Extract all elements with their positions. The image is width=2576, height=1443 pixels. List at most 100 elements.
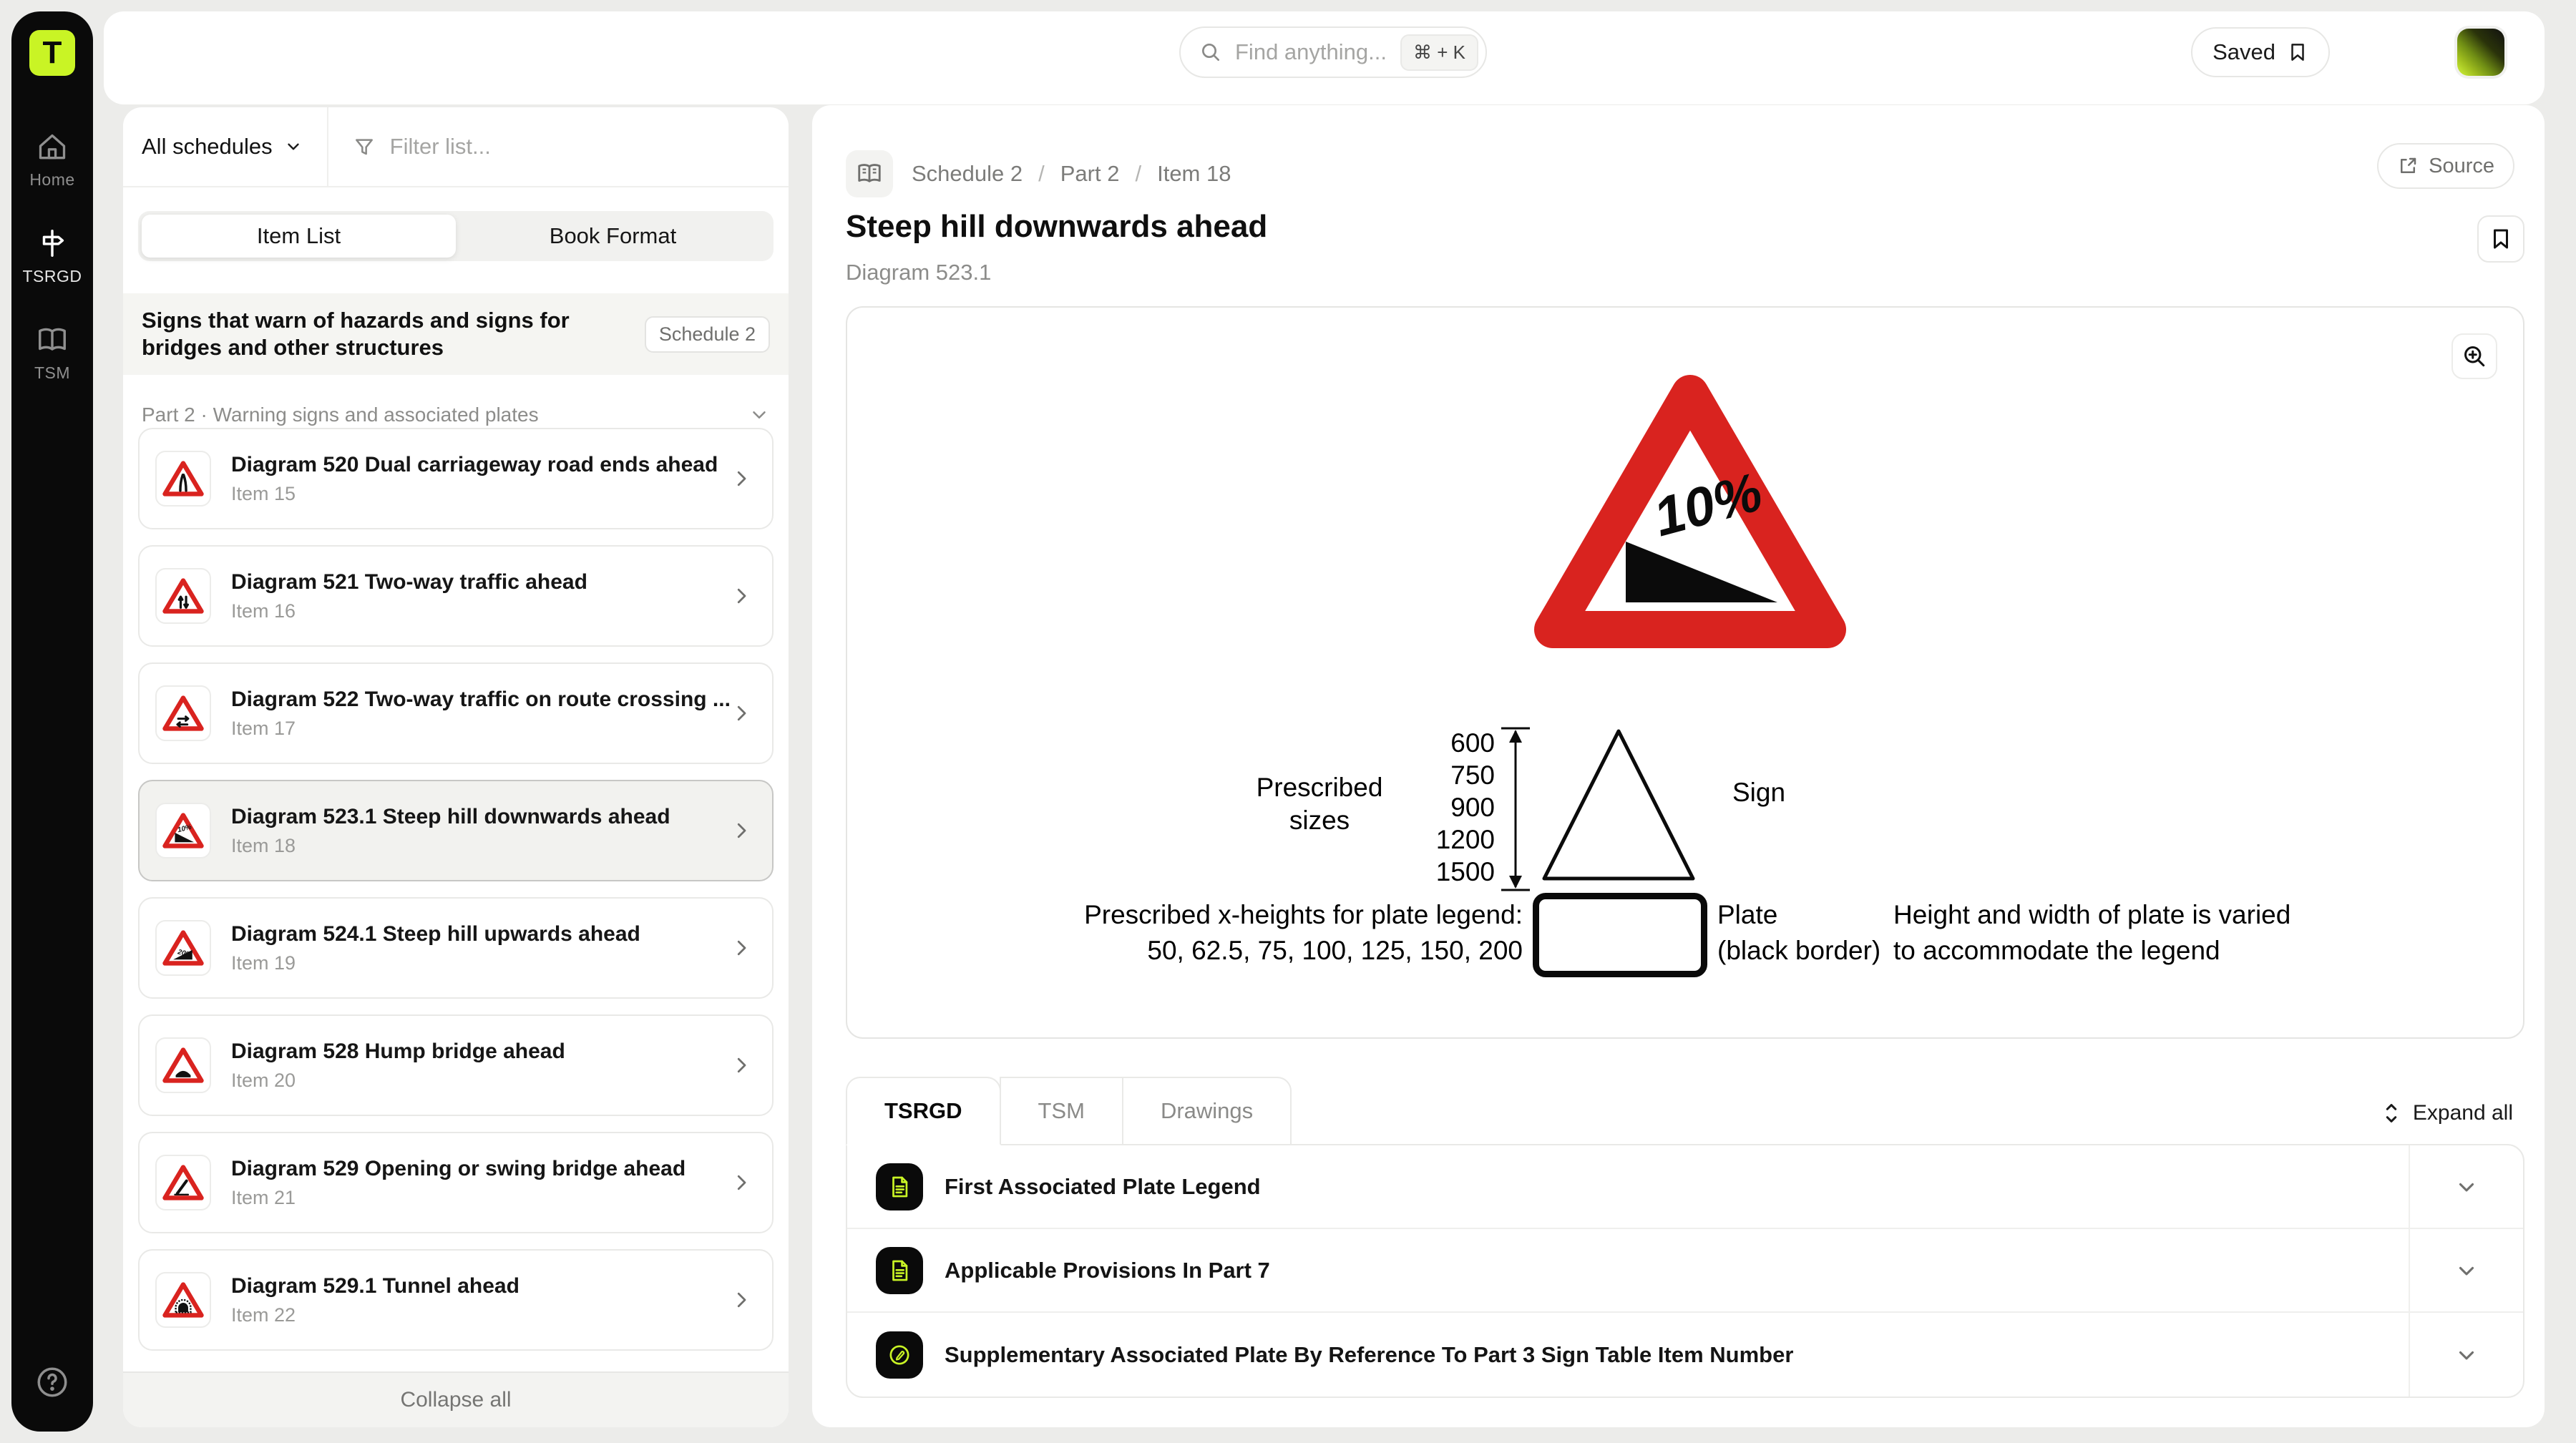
dimension-arrow — [1500, 725, 1531, 893]
accordion-expand-button[interactable] — [2409, 1313, 2523, 1396]
filter-list-input[interactable]: Filter list... — [328, 107, 789, 186]
warning-sign-opening-bridge-icon — [155, 1155, 211, 1210]
schedule-badge: Schedule 2 — [645, 316, 770, 353]
breadcrumb-schedule[interactable]: Schedule 2 — [912, 161, 1023, 187]
provisions-accordion: First Associated Plate Legend Applicable… — [846, 1144, 2524, 1398]
schedule-filter-dropdown[interactable]: All schedules — [123, 107, 327, 186]
chevron-right-icon — [731, 1055, 752, 1076]
chevron-right-icon — [731, 820, 752, 841]
list-item-subtitle: Item 22 — [231, 1304, 731, 1326]
app-sidebar: T Home TSRGD TSM — [11, 11, 93, 1432]
warning-sign-hump-bridge-icon — [155, 1037, 211, 1093]
xheights-annotation: Prescribed x-heights for plate legend: 5… — [1083, 897, 1523, 969]
list-item-title: Diagram 528 Hump bridge ahead — [231, 1040, 731, 1064]
prescribed-sizes-values: 600 750 900 1200 1500 — [1398, 727, 1495, 888]
sidebar-item-home[interactable]: Home — [11, 132, 93, 190]
schedule-section-header: Signs that warn of hazards and signs for… — [123, 293, 789, 375]
accordion-row-supplementary-plate[interactable]: Supplementary Associated Plate By Refere… — [847, 1313, 2409, 1396]
source-button[interactable]: Source — [2377, 143, 2514, 189]
search-shortcut-badge: ⌘ + K — [1400, 34, 1478, 71]
list-item-title: Diagram 523.1 Steep hill downwards ahead — [231, 805, 731, 829]
sidebar-item-tsrgd[interactable]: TSRGD — [11, 227, 93, 286]
expand-all-label: Expand all — [2413, 1101, 2513, 1125]
list-item-subtitle: Item 21 — [231, 1187, 731, 1209]
list-item-subtitle: Item 19 — [231, 952, 731, 974]
saved-button[interactable]: Saved — [2191, 27, 2330, 77]
plate-outline-rect — [1533, 893, 1707, 977]
accordion-row-first-associated-plate-legend[interactable]: First Associated Plate Legend — [847, 1145, 2409, 1228]
sidebar-item-label: TSRGD — [23, 267, 82, 286]
sidebar-item-label: Home — [29, 170, 74, 190]
list-item-title: Diagram 521 Two-way traffic ahead — [231, 570, 731, 595]
chevron-right-icon — [731, 937, 752, 959]
tab-item-list[interactable]: Item List — [142, 215, 456, 258]
external-link-icon — [2397, 155, 2419, 177]
chevron-right-icon — [731, 1172, 752, 1193]
part-group-header[interactable]: Part 2 · Warning signs and associated pl… — [142, 399, 770, 431]
accordion-expand-button[interactable] — [2409, 1145, 2523, 1228]
document-icon — [876, 1247, 923, 1294]
tab-tsrgd[interactable]: TSRGD — [846, 1077, 1001, 1145]
search-input[interactable]: Find anything... ⌘ + K — [1179, 26, 1487, 78]
schedule-section-title: Signs that warn of hazards and signs for… — [142, 307, 635, 361]
open-book-icon — [846, 150, 893, 197]
filter-funnel-icon — [353, 135, 376, 158]
source-button-label: Source — [2429, 155, 2494, 178]
view-mode-tabs: Item List Book Format — [138, 211, 774, 261]
user-avatar[interactable] — [2457, 29, 2504, 76]
pen-circle-icon — [876, 1331, 923, 1379]
list-item-title: Diagram 522 Two-way traffic on route cro… — [231, 688, 731, 712]
sidebar-item-label: TSM — [34, 363, 70, 383]
list-item[interactable]: Diagram 520 Dual carriageway road ends a… — [138, 428, 774, 529]
list-item[interactable]: Diagram 529.1 Tunnel ahead Item 22 — [138, 1249, 774, 1351]
accordion-row-label: Supplementary Associated Plate By Refere… — [945, 1342, 1793, 1368]
item-list-panel: All schedules Filter list... Item List B… — [123, 107, 789, 1427]
breadcrumb-separator: / — [1135, 161, 1141, 187]
warning-sign-steep-hill-down-icon: 10% — [155, 803, 211, 859]
breadcrumb-part[interactable]: Part 2 — [1060, 161, 1120, 187]
list-item[interactable]: Diagram 522 Two-way traffic on route cro… — [138, 662, 774, 764]
accordion-row-label: Applicable Provisions In Part 7 — [945, 1258, 1270, 1283]
list-item-title: Diagram 524.1 Steep hill upwards ahead — [231, 922, 731, 946]
tab-drawings[interactable]: Drawings — [1122, 1077, 1292, 1145]
page-subtitle: Diagram 523.1 — [846, 260, 991, 285]
steep-hill-warning-sign: 10% — [1526, 365, 1855, 658]
expand-all-button[interactable]: Expand all — [2381, 1101, 2513, 1125]
topbar: Find anything... ⌘ + K Saved — [104, 11, 2545, 104]
sign-annotation-label: Sign — [1732, 776, 1785, 809]
list-item-title: Diagram 520 Dual carriageway road ends a… — [231, 453, 731, 477]
list-item[interactable]: 20% Diagram 524.1 Steep hill upwards ahe… — [138, 897, 774, 999]
breadcrumb: Schedule 2 / Part 2 / Item 18 — [846, 150, 1231, 197]
accordion-row-applicable-provisions[interactable]: Applicable Provisions In Part 7 — [847, 1229, 2409, 1311]
list-item[interactable]: Diagram 529 Opening or swing bridge ahea… — [138, 1132, 774, 1233]
bookmark-item-button[interactable] — [2477, 215, 2524, 263]
list-item[interactable]: Diagram 521 Two-way traffic ahead Item 1… — [138, 545, 774, 647]
collapse-all-button[interactable]: Collapse all — [123, 1371, 789, 1427]
list-item-selected[interactable]: 10% Diagram 523.1 Steep hill downwards a… — [138, 780, 774, 881]
list-panel-header: All schedules Filter list... — [123, 107, 789, 187]
tab-tsm[interactable]: TSM — [1000, 1077, 1123, 1145]
zoom-in-button[interactable] — [2451, 333, 2497, 379]
list-item-subtitle: Item 16 — [231, 600, 731, 622]
expand-collapse-icon — [2381, 1102, 2401, 1125]
accordion-row: Supplementary Associated Plate By Refere… — [847, 1313, 2523, 1396]
chevron-right-icon — [731, 585, 752, 607]
part-group-label: Part 2 · Warning signs and associated pl… — [142, 403, 539, 426]
list-item[interactable]: Diagram 528 Hump bridge ahead Item 20 — [138, 1014, 774, 1116]
tab-book-format[interactable]: Book Format — [456, 215, 770, 258]
help-button[interactable] — [34, 1364, 70, 1400]
item-detail-panel: Schedule 2 / Part 2 / Item 18 Source Ste… — [812, 105, 2545, 1427]
list-item-subtitle: Item 15 — [231, 483, 731, 505]
list-item-subtitle: Item 18 — [231, 835, 731, 857]
saved-button-label: Saved — [2212, 39, 2275, 65]
warning-sign-crossing-traffic-icon — [155, 685, 211, 741]
app-logo[interactable]: T — [29, 30, 75, 76]
chevron-down-icon — [284, 137, 303, 156]
accordion-expand-button[interactable] — [2409, 1229, 2523, 1311]
breadcrumb-item[interactable]: Item 18 — [1157, 161, 1231, 187]
prescribed-sizes-label: Prescribed sizes — [1248, 771, 1391, 837]
warning-sign-steep-hill-up-icon: 20% — [155, 920, 211, 976]
sidebar-item-tsm[interactable]: TSM — [11, 323, 93, 383]
search-placeholder: Find anything... — [1235, 39, 1387, 65]
accordion-row-label: First Associated Plate Legend — [945, 1174, 1261, 1200]
